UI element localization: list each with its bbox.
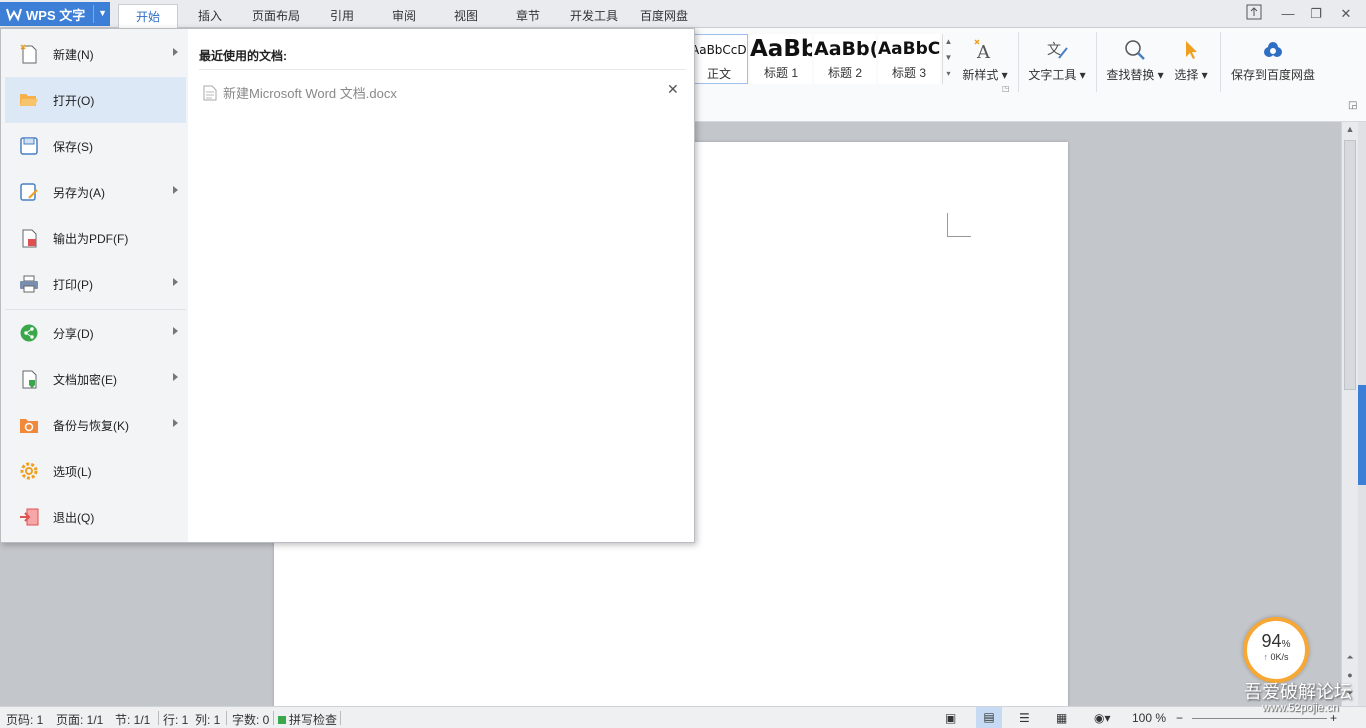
chevron-right-icon <box>173 48 178 56</box>
zoom-out-icon[interactable]: − <box>1176 711 1183 725</box>
styles-scroll[interactable]: ▲ ▼ ▾ <box>942 34 954 84</box>
doc-file-icon <box>203 85 217 101</box>
select-button[interactable]: 选择 ▾ <box>1170 34 1212 83</box>
tab-references[interactable]: 引用 <box>318 4 366 28</box>
svg-text:文: 文 <box>1047 42 1061 58</box>
exit-icon <box>19 507 39 527</box>
upload-icon[interactable] <box>1242 4 1266 24</box>
app-title: WPS 文字 <box>26 7 86 23</box>
menu-item-print[interactable]: 打印(P) <box>5 261 186 307</box>
tab-insert[interactable]: 插入 <box>186 4 234 28</box>
scrollbar-thumb[interactable] <box>1344 140 1356 390</box>
style-settings-icon[interactable]: ◳ <box>1002 84 1010 93</box>
save-as-icon <box>19 182 39 202</box>
new-doc-icon <box>19 44 39 64</box>
save-baidu-button[interactable]: 保存到百度网盘 <box>1226 34 1320 83</box>
watermark-text: 吾爱破解论坛 <box>1244 682 1352 702</box>
new-style-button[interactable]: A 新样式 ▾ <box>958 34 1012 83</box>
status-section: 节: 1/1 <box>115 713 151 727</box>
recent-doc-name: 新建Microsoft Word 文档.docx <box>223 86 397 101</box>
zoom-level[interactable]: 100 % <box>1132 711 1166 725</box>
menu-item-save[interactable]: 保存(S) <box>5 123 186 169</box>
menu-item-open[interactable]: 打开(O) <box>5 77 186 123</box>
share-icon <box>19 323 39 343</box>
cursor-icon <box>1170 34 1212 66</box>
tab-view[interactable]: 视图 <box>442 4 490 28</box>
spell-status-icon <box>278 715 286 724</box>
status-row: 行: 1 <box>163 713 189 727</box>
prev-page-icon[interactable]: ⏶ <box>1342 652 1358 663</box>
chevron-right-icon <box>173 278 178 286</box>
outline-view-icon[interactable]: ☰ <box>1019 711 1030 725</box>
status-words[interactable]: 字数: 0 <box>232 711 269 728</box>
close-icon[interactable]: ✕ <box>1334 4 1358 24</box>
menu-item-encrypt[interactable]: 文档加密(E) <box>5 356 186 402</box>
tab-review[interactable]: 审阅 <box>380 4 428 28</box>
minimize-icon[interactable]: — <box>1276 4 1300 24</box>
menu-item-options[interactable]: 选项(L) <box>5 448 186 494</box>
status-bar: 页码: 1 页面: 1/1 节: 1/1 行: 1 列: 1 字数: 0 拼写检… <box>0 706 1366 728</box>
pdf-icon <box>19 228 39 248</box>
menu-item-save-as[interactable]: 另存为(A) <box>5 169 186 215</box>
app-menu-button[interactable]: WPS 文字 ▼ <box>0 2 110 26</box>
tab-developer[interactable]: 开发工具 <box>562 4 626 28</box>
menu-item-export-pdf[interactable]: 输出为PDF(F) <box>5 215 186 261</box>
file-menu: 新建(N) 打开(O) 保存(S) 另存为(A) 输出为PDF(F) 打印(P) <box>0 28 695 543</box>
reading-mode-icon[interactable]: ◉▾ <box>1094 711 1111 725</box>
tab-chapter[interactable]: 章节 <box>504 4 552 28</box>
watermark-url: www.52pojie.cn <box>1262 702 1339 714</box>
baidu-cloud-icon <box>1226 34 1320 66</box>
vertical-scrollbar[interactable]: ▲ ⏶ ● ⏷ <box>1341 122 1358 706</box>
recent-docs-title: 最近使用的文档: <box>199 49 287 63</box>
page-view-icon[interactable]: ▤ <box>976 707 1002 728</box>
recent-doc-item[interactable]: 新建Microsoft Word 文档.docx <box>203 83 397 102</box>
chevron-right-icon <box>173 373 178 381</box>
spell-check-button[interactable]: 拼写检查 <box>278 711 337 728</box>
status-page-code[interactable]: 页码: 1 <box>6 711 43 728</box>
new-style-icon: A <box>958 34 1012 66</box>
style-heading-3[interactable]: AaBbC 标题 3 <box>878 34 940 84</box>
style-heading-1[interactable]: AaBb 标题 1 <box>750 34 812 84</box>
svg-text:A: A <box>976 42 991 62</box>
status-col: 列: 1 <box>195 713 221 727</box>
status-pages: 页面: 1/1 <box>56 713 104 727</box>
gear-icon <box>19 461 39 481</box>
text-tools-icon: 文 <box>1024 34 1090 66</box>
menu-item-backup[interactable]: 备份与恢复(K) <box>5 402 186 448</box>
ribbon-expand-icon[interactable]: ◲ <box>1348 100 1357 111</box>
upload-arrow-icon: ↑ <box>1263 652 1268 662</box>
chevron-right-icon <box>173 186 178 194</box>
chevron-right-icon <box>173 327 178 335</box>
menu-item-exit[interactable]: 退出(Q) <box>5 494 186 540</box>
scroll-up-icon[interactable]: ▲ <box>1342 124 1358 134</box>
folder-open-icon <box>19 90 39 110</box>
encrypt-icon <box>19 369 39 389</box>
wps-logo-icon <box>6 6 22 22</box>
printer-icon <box>19 274 39 294</box>
zoom-slider[interactable] <box>1192 718 1327 719</box>
search-icon <box>1104 34 1166 66</box>
margin-marker <box>947 213 971 237</box>
save-icon <box>19 136 39 156</box>
tab-page-layout[interactable]: 页面布局 <box>246 4 306 28</box>
find-replace-button[interactable]: 查找替换 ▾ <box>1104 34 1166 83</box>
menu-item-new[interactable]: 新建(N) <box>5 31 186 77</box>
close-icon[interactable]: ✕ <box>667 81 679 98</box>
side-panel-toggle[interactable] <box>1358 385 1366 485</box>
style-heading-2[interactable]: AaBb( 标题 2 <box>814 34 876 84</box>
chevron-down-icon[interactable]: ▼ <box>98 8 107 18</box>
web-view-icon[interactable]: ▦ <box>1056 711 1067 725</box>
chevron-right-icon <box>173 419 178 427</box>
tab-bar: WPS 文字 ▼ 开始 插入 页面布局 引用 审阅 视图 章节 开发工具 百度网… <box>0 0 1366 28</box>
text-tools-button[interactable]: 文 文字工具 ▾ <box>1024 34 1090 83</box>
menu-item-share[interactable]: 分享(D) <box>5 310 186 356</box>
network-speed-widget[interactable]: 94% ↑ 0K/s <box>1243 617 1309 683</box>
restore-icon[interactable]: ❐ <box>1304 4 1328 24</box>
style-normal[interactable]: AaBbCcDd 正文 <box>690 34 748 84</box>
tab-baidu-pan[interactable]: 百度网盘 <box>634 4 694 28</box>
backup-icon <box>19 415 39 435</box>
tab-home[interactable]: 开始 <box>118 4 178 28</box>
fullscreen-icon[interactable]: ▣ <box>945 711 956 725</box>
